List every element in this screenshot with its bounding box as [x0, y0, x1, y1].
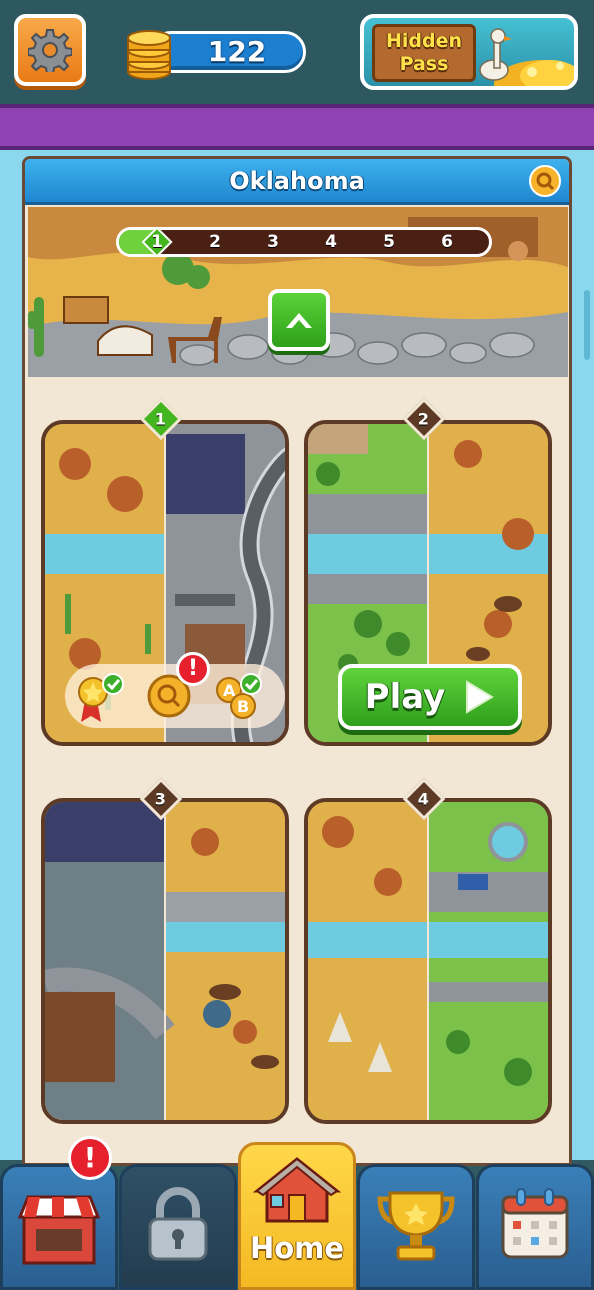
progress-step-6: 6	[436, 231, 458, 253]
chevron-up-icon	[286, 313, 312, 328]
hidden-pass-line1: Hidden	[385, 30, 463, 52]
location-title: Oklahoma	[229, 167, 365, 195]
location-banner: 1 2 3 4 5 6	[28, 207, 568, 377]
purple-banner-band	[0, 104, 594, 150]
tab-locked[interactable]	[119, 1164, 237, 1290]
level-2-number: 2	[418, 409, 430, 429]
progress-step-4: 4	[320, 231, 342, 253]
progress-steps: 1 2 3 4 5 6	[28, 207, 568, 267]
hidden-pass-line2: Pass	[399, 53, 449, 75]
coin-value: 122	[207, 35, 267, 68]
svg-text:B: B	[237, 697, 249, 716]
play-button[interactable]: Play	[338, 664, 522, 730]
level-1-number: 1	[155, 409, 167, 429]
lock-icon	[148, 1187, 208, 1261]
tab-events[interactable]	[476, 1164, 594, 1290]
play-label: Play	[364, 677, 446, 717]
coin-counter[interactable]: 122	[124, 24, 308, 80]
hidden-pass-sign: Hidden Pass	[372, 24, 476, 82]
level-1-status-bar: A B	[65, 664, 285, 728]
level-card-4[interactable]	[304, 798, 552, 1124]
level-3-map-image	[45, 802, 285, 1120]
scrollbar[interactable]	[584, 290, 590, 360]
hidden-pass-button[interactable]: Hidden Pass	[360, 14, 578, 90]
trophy-icon	[377, 1191, 455, 1261]
tab-leaderboard[interactable]	[357, 1164, 475, 1290]
level-1-alert-badge: !	[176, 652, 210, 686]
shop-icon	[17, 1195, 101, 1265]
progress-step-3: 3	[262, 231, 284, 253]
home-label: Home	[249, 1231, 345, 1265]
progress-step-label: 6	[441, 232, 453, 252]
progress-step-2: 2	[204, 231, 226, 253]
tab-shop[interactable]	[0, 1164, 118, 1290]
calendar-icon	[501, 1188, 569, 1259]
play-triangle-icon	[466, 680, 495, 714]
magnifier-icon	[536, 172, 555, 191]
top-bar: 122 Hidden Pass	[0, 0, 594, 104]
level-4-map-image	[308, 802, 548, 1120]
settings-button[interactable]	[14, 14, 86, 86]
level-card-3[interactable]	[41, 798, 289, 1124]
level-card-1[interactable]: A B	[41, 420, 289, 746]
progress-step-1: 1	[141, 226, 173, 258]
progress-step-label: 2	[209, 232, 221, 252]
level-1-progress-icons: A B	[78, 673, 262, 722]
title-bar: Oklahoma	[25, 159, 569, 205]
gear-icon	[28, 29, 72, 72]
shop-alert-badge: !	[68, 1136, 112, 1180]
progress-step-label: 3	[267, 232, 279, 252]
progress-step-label: 1	[151, 232, 163, 252]
progress-step-5: 5	[378, 231, 400, 253]
progress-step-label: 4	[325, 232, 337, 252]
house-icon	[253, 1157, 341, 1223]
progress-step-label: 5	[383, 232, 395, 252]
level-3-number: 3	[155, 789, 167, 809]
location-search-button[interactable]	[529, 165, 561, 197]
coin-stack-icon	[127, 30, 171, 80]
collapse-banner-button[interactable]	[268, 289, 330, 351]
tab-home[interactable]: Home	[238, 1142, 356, 1290]
level-4-number: 4	[418, 789, 430, 809]
bottom-nav: ! Home	[0, 1136, 594, 1290]
